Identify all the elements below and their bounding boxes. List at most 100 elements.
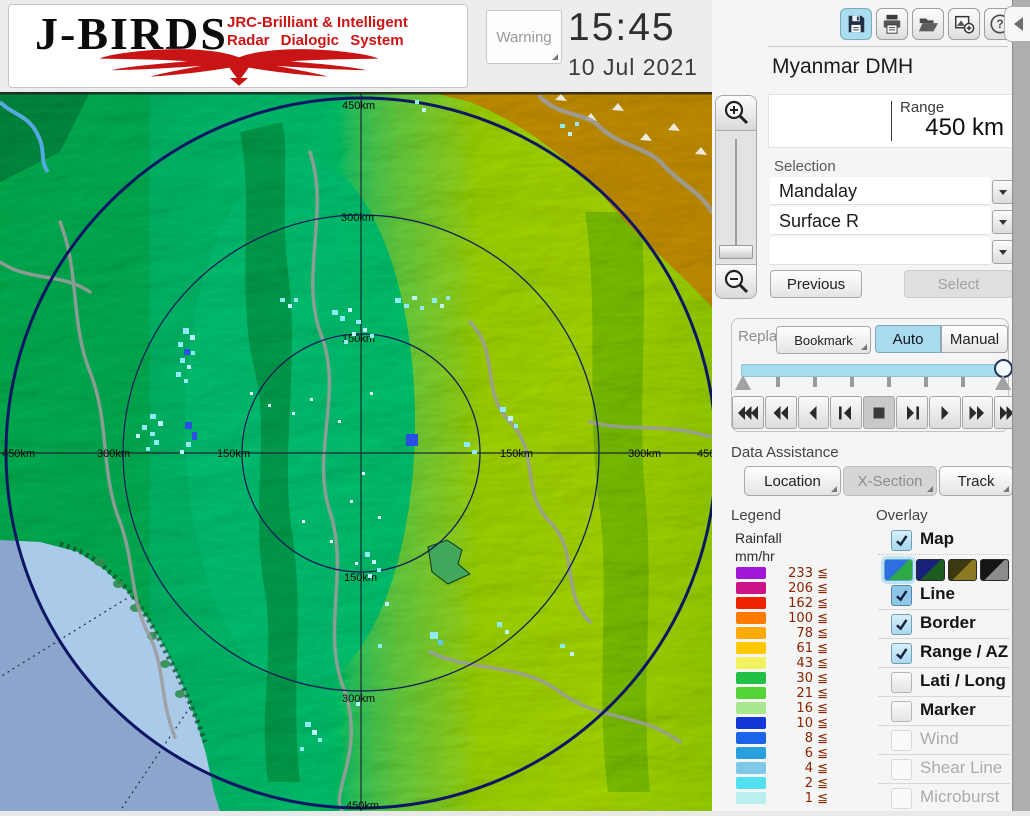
step-back-button[interactable] bbox=[830, 396, 862, 429]
manual-button[interactable]: Manual bbox=[941, 325, 1008, 353]
rain-cell bbox=[178, 342, 183, 347]
legend-row: 43 ≦ bbox=[736, 656, 846, 671]
play-button[interactable] bbox=[929, 396, 961, 429]
radar-map[interactable]: 450km300km150km150km300km450km450km300km… bbox=[0, 92, 712, 811]
legend-value: 16 ≦ bbox=[770, 701, 828, 716]
map-zoom-control bbox=[715, 95, 757, 299]
overlay-row-map: Map bbox=[876, 529, 1012, 553]
rain-cell bbox=[294, 298, 298, 302]
legend-row: 206 ≦ bbox=[736, 581, 846, 596]
rain-cell bbox=[176, 372, 181, 377]
rain-cell bbox=[575, 122, 579, 126]
rewind-fast-button[interactable] bbox=[732, 396, 764, 429]
zoom-slider-handle[interactable] bbox=[719, 245, 753, 259]
checkbox-border[interactable] bbox=[891, 614, 912, 635]
rain-cell bbox=[430, 632, 438, 639]
rain-cell bbox=[187, 365, 191, 369]
step-forward-button[interactable] bbox=[896, 396, 928, 429]
selection-field-1[interactable]: Mandalay bbox=[770, 177, 990, 205]
previous-button[interactable]: Previous bbox=[770, 270, 862, 298]
stop-button[interactable] bbox=[863, 396, 895, 429]
zoom-in-button[interactable] bbox=[716, 96, 756, 131]
xsection-button[interactable]: X-Section bbox=[843, 466, 937, 496]
zoom-slider-groove bbox=[735, 139, 737, 255]
forward-button[interactable] bbox=[962, 396, 994, 429]
control-panel: ? Myanmar DMH Range 450 km Selection Man… bbox=[712, 0, 1012, 811]
legend-swatch bbox=[736, 627, 766, 639]
rain-cell bbox=[385, 602, 389, 606]
rain-cell bbox=[372, 560, 376, 564]
app-logo: J-BIRDS JRC-Brilliant & Intelligent Rada… bbox=[8, 4, 468, 88]
selection-dropdown-2[interactable] bbox=[992, 210, 1014, 234]
separator bbox=[878, 609, 1010, 610]
rain-cell bbox=[288, 304, 292, 308]
open-button[interactable] bbox=[912, 8, 944, 40]
rain-cell bbox=[464, 442, 470, 447]
overlay-row-line: Line bbox=[876, 584, 1012, 608]
capture-button[interactable] bbox=[948, 8, 980, 40]
play-reverse-button[interactable] bbox=[798, 396, 830, 429]
zoom-out-button[interactable] bbox=[716, 264, 756, 299]
legend-title: Rainfall bbox=[735, 530, 782, 546]
save-button[interactable] bbox=[840, 8, 872, 40]
range-end-marker[interactable] bbox=[995, 375, 1011, 390]
rain-cell bbox=[404, 304, 409, 308]
map-style-swatch-4[interactable] bbox=[980, 559, 1009, 581]
separator bbox=[878, 638, 1010, 639]
overlay-row-shear-line: Shear Line bbox=[876, 758, 1012, 782]
overlay-row-microburst: Microburst bbox=[876, 787, 1012, 811]
replay-slider-track[interactable] bbox=[741, 364, 1001, 377]
menu-corner-icon bbox=[1003, 486, 1009, 492]
bookmark-button[interactable]: Bookmark bbox=[776, 326, 871, 354]
checkbox-map[interactable] bbox=[891, 530, 912, 551]
warning-button[interactable]: Warning bbox=[486, 10, 562, 64]
overlay-item-label: Shear Line bbox=[920, 758, 1002, 778]
rain-cell bbox=[363, 328, 367, 332]
print-button[interactable] bbox=[876, 8, 908, 40]
checkbox-lati-long[interactable] bbox=[891, 672, 912, 693]
panel-collapse-button[interactable] bbox=[1004, 6, 1030, 42]
rain-cell bbox=[340, 316, 345, 321]
data-assistance-label: Data Assistance bbox=[731, 444, 839, 461]
rain-cell bbox=[185, 422, 192, 429]
logo-tagline: JRC-Brilliant & Intelligent Radar Dialog… bbox=[227, 14, 408, 50]
eagle-icon bbox=[23, 47, 455, 87]
selection-dropdown-3[interactable] bbox=[992, 240, 1014, 264]
playback-controls bbox=[732, 396, 1027, 429]
checkbox-range-az[interactable] bbox=[891, 643, 912, 664]
selection-field-3[interactable] bbox=[770, 237, 990, 265]
ring-label: 300km bbox=[341, 212, 374, 224]
checkbox-marker[interactable] bbox=[891, 701, 912, 722]
check-icon bbox=[894, 646, 909, 661]
selection-field-2[interactable]: Surface R bbox=[770, 207, 990, 235]
rain-cell bbox=[370, 334, 374, 338]
overlay-item-label: Marker bbox=[920, 700, 976, 720]
separator bbox=[878, 725, 1010, 726]
selection-dropdown-1[interactable] bbox=[992, 180, 1014, 204]
check-icon bbox=[894, 533, 909, 548]
slider-tick bbox=[924, 377, 928, 387]
auto-button[interactable]: Auto bbox=[875, 325, 941, 353]
step-back-icon bbox=[835, 405, 857, 421]
map-top-edge bbox=[0, 92, 712, 95]
map-style-swatch-1[interactable] bbox=[884, 559, 913, 581]
overlay-item-label: Line bbox=[920, 584, 955, 604]
legend-swatch bbox=[736, 702, 766, 714]
print-icon bbox=[881, 13, 903, 35]
track-button[interactable]: Track bbox=[939, 466, 1013, 496]
select-button[interactable]: Select bbox=[904, 270, 1013, 298]
rewind-button[interactable] bbox=[765, 396, 797, 429]
legend-value: 21 ≦ bbox=[770, 686, 828, 701]
rain-cell bbox=[440, 304, 444, 308]
map-style-swatch-3[interactable] bbox=[948, 559, 977, 581]
rain-cell bbox=[378, 644, 382, 648]
zoom-slider-track[interactable] bbox=[716, 131, 756, 263]
location-button[interactable]: Location bbox=[744, 466, 841, 496]
chevron-left-icon bbox=[1014, 17, 1023, 31]
checkbox-line[interactable] bbox=[891, 585, 912, 606]
range-start-marker[interactable] bbox=[735, 375, 751, 390]
map-style-swatch-2[interactable] bbox=[916, 559, 945, 581]
rain-cell bbox=[497, 622, 502, 627]
ring-label: 450km bbox=[697, 448, 712, 460]
warning-label: Warning bbox=[496, 29, 551, 46]
